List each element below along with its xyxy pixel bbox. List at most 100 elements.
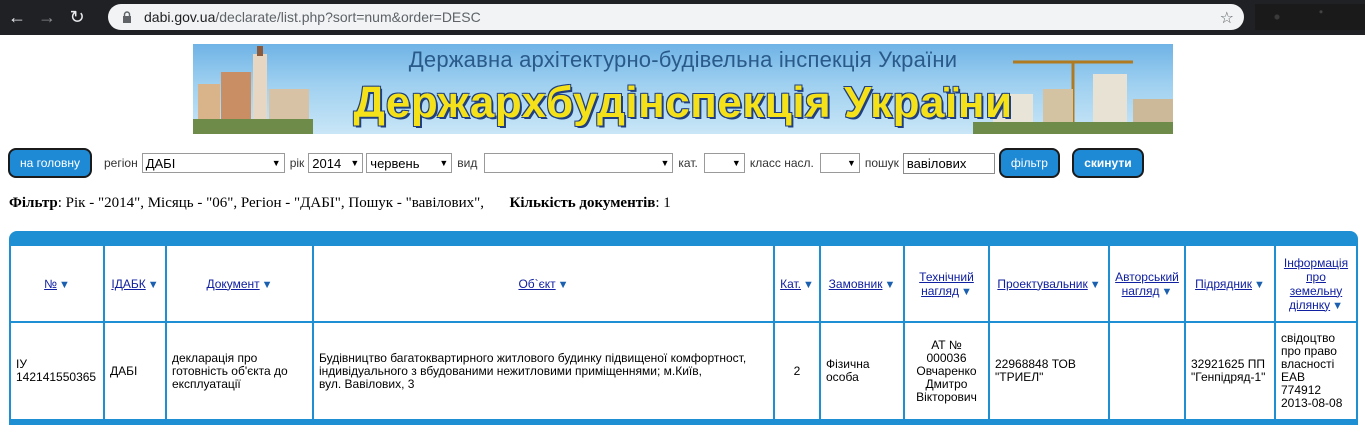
column-header-tech-line2: нагляд <box>921 283 960 298</box>
chevron-down-icon: ▼ <box>271 158 281 168</box>
category-label: кат. <box>678 156 698 170</box>
table-header-row: № ▼ ІДАБК ▼ Документ ▼ Об`єкт ▼ Кат. ▼ Замовн… <box>11 246 1356 321</box>
region-select-value: ДАБІ <box>145 155 176 171</box>
table-row[interactable]: ІУ 142141550365 ДАБІ декларація про готов… <box>11 323 1356 419</box>
sort-down-icon: ▼ <box>961 285 972 298</box>
column-header-land-line1: Інформація <box>1283 255 1349 270</box>
cell-object: Будівництво багатоквартирного житлового … <box>314 323 773 419</box>
column-header-idabk[interactable]: ІДАБК ▼ <box>105 246 165 321</box>
filter-summary-label: Фільтр <box>9 195 58 211</box>
cell-tech-supervision: АТ № 000036 Овчаренко Дмитро Вікторович <box>905 323 988 419</box>
column-header-cat[interactable]: Кат. ▼ <box>775 246 819 321</box>
cell-cat: 2 <box>775 323 819 419</box>
column-header-tech-line1: Технічний <box>919 269 974 284</box>
cell-tech-line3: Дмитро <box>925 376 968 391</box>
sort-down-icon: ▼ <box>1161 285 1173 298</box>
search-label: пошук <box>864 156 899 170</box>
cell-object-line1: Будівництво багатоквартирного житлового … <box>319 350 747 365</box>
banner-title: Держархбудінспекція України <box>353 78 1013 127</box>
column-header-contractor-label: Підрядник <box>1195 276 1253 291</box>
sort-down-icon: ▼ <box>803 278 814 291</box>
month-select-value: червень <box>370 155 420 171</box>
cell-land-line4: ЕАВ <box>1281 370 1306 384</box>
column-header-num[interactable]: № ▼ <box>11 246 103 321</box>
home-button[interactable]: на головну <box>8 148 92 178</box>
column-header-document[interactable]: Документ ▼ <box>167 246 312 321</box>
cell-object-line3: вул. Вавілових, 3 <box>319 376 415 391</box>
column-header-num-label: № <box>44 276 57 291</box>
column-header-author-line1: Авторський <box>1115 269 1179 284</box>
results-table-container: № ▼ ІДАБК ▼ Документ ▼ Об`єкт ▼ Кат. ▼ Замовн… <box>9 231 1358 425</box>
document-count-label: Кількість документів <box>509 195 656 211</box>
chevron-down-icon: ▼ <box>350 158 360 168</box>
year-label: рік <box>289 156 305 170</box>
column-header-land-line3: земельну <box>1289 283 1343 298</box>
back-icon[interactable]: ← <box>4 5 30 31</box>
cell-contractor: 32921625 ПП "Генпідряд-1" <box>1186 323 1274 419</box>
filter-button[interactable]: фільтр <box>998 148 1060 178</box>
class-select[interactable]: ▼ <box>819 153 860 173</box>
column-header-designer[interactable]: Проектувальник ▼ <box>990 246 1108 321</box>
banner-subtitle: Державна архітектурно-будівельна інспекц… <box>408 47 958 72</box>
column-header-customer-label: Замовник <box>828 276 883 291</box>
chevron-down-icon: ▼ <box>439 158 449 168</box>
url-text: dabi.gov.ua/declarate/list.php?sort=num&… <box>144 9 481 25</box>
class-label: класс насл. <box>749 156 814 170</box>
sort-down-icon: ▼ <box>261 278 273 291</box>
category-select[interactable]: ▼ <box>703 153 745 173</box>
sort-down-icon: ▼ <box>1332 299 1344 312</box>
year-select-value: 2014 <box>312 155 342 171</box>
sort-down-icon: ▼ <box>147 278 159 291</box>
profile-area[interactable] <box>1255 4 1365 30</box>
column-header-land-line4: ділянку <box>1288 297 1331 312</box>
cell-idabk: ДАБІ <box>105 323 165 419</box>
column-header-author-line2: нагляд <box>1121 283 1160 298</box>
cell-tech-line4: Вікторович <box>916 389 977 404</box>
column-header-customer[interactable]: Замовник ▼ <box>821 246 903 321</box>
sort-down-icon: ▼ <box>1254 278 1265 291</box>
sort-down-icon: ▼ <box>557 278 569 291</box>
cell-tech-line2: Овчаренко <box>916 363 977 378</box>
cell-land-line3: власності <box>1281 357 1335 371</box>
type-select[interactable]: ▼ <box>484 153 674 173</box>
url-host: dabi.gov.ua <box>144 9 216 25</box>
column-header-tech-supervision[interactable]: Технічний нагляд ▼ <box>905 246 988 321</box>
bookmark-star-icon[interactable]: ☆ <box>1220 8 1234 28</box>
type-label: вид <box>457 156 478 170</box>
column-header-object[interactable]: Об`єкт ▼ <box>314 246 773 321</box>
url-path: /declarate/list.php?sort=num&order=DESC <box>215 9 481 25</box>
reload-icon[interactable]: ↻ <box>64 5 90 31</box>
lock-icon <box>120 10 134 24</box>
cell-land-line1: свідоцтво <box>1281 331 1335 345</box>
column-header-author-supervision[interactable]: Авторський нагляд ▼ <box>1110 246 1184 321</box>
column-header-idabk-label: ІДАБК <box>111 276 146 291</box>
region-select[interactable]: ДАБІ ▼ <box>141 153 285 173</box>
cell-object-line2: індивідуального з вбудованими нежитловим… <box>319 363 702 378</box>
cell-land-line5: 774912 <box>1281 383 1322 397</box>
cell-designer: 22968848 ТОВ "ТРИЕЛ" <box>990 323 1108 419</box>
results-table: № ▼ ІДАБК ▼ Документ ▼ Об`єкт ▼ Кат. ▼ Замовн… <box>9 244 1358 421</box>
sort-down-icon: ▼ <box>884 278 896 291</box>
reset-button[interactable]: скинути <box>1071 148 1144 178</box>
cell-tech-line1: АТ № 000036 <box>926 337 967 365</box>
sort-down-icon: ▼ <box>58 278 70 291</box>
cell-document: декларація про готовність об'єкта до екс… <box>167 323 312 419</box>
forward-icon[interactable]: → <box>34 5 60 31</box>
address-bar[interactable]: dabi.gov.ua/declarate/list.php?sort=num&… <box>108 4 1244 30</box>
column-header-document-label: Документ <box>206 276 260 291</box>
cell-num-line1: ІУ <box>16 357 27 371</box>
chevron-down-icon: ▼ <box>731 158 741 168</box>
sort-down-icon: ▼ <box>1089 278 1101 291</box>
column-header-land-info[interactable]: Інформація про земельну ділянку ▼ <box>1276 246 1356 321</box>
cell-land-info: свідоцтво про право власності ЕАВ 774912 2013… <box>1276 323 1356 419</box>
filter-toolbar: на головну регіон ДАБІ ▼ рік 2014 ▼ червен… <box>8 148 1208 178</box>
column-header-contractor[interactable]: Підрядник ▼ <box>1186 246 1274 321</box>
cell-author-supervision <box>1110 323 1184 419</box>
chevron-down-icon: ▼ <box>846 158 856 168</box>
cell-land-line2: про право <box>1281 344 1337 358</box>
cell-num: ІУ 142141550365 <box>11 323 103 419</box>
chevron-down-icon: ▼ <box>660 158 670 168</box>
month-select[interactable]: червень ▼ <box>366 153 453 173</box>
search-input[interactable]: вавілових <box>902 152 995 174</box>
year-select[interactable]: 2014 ▼ <box>308 153 364 173</box>
